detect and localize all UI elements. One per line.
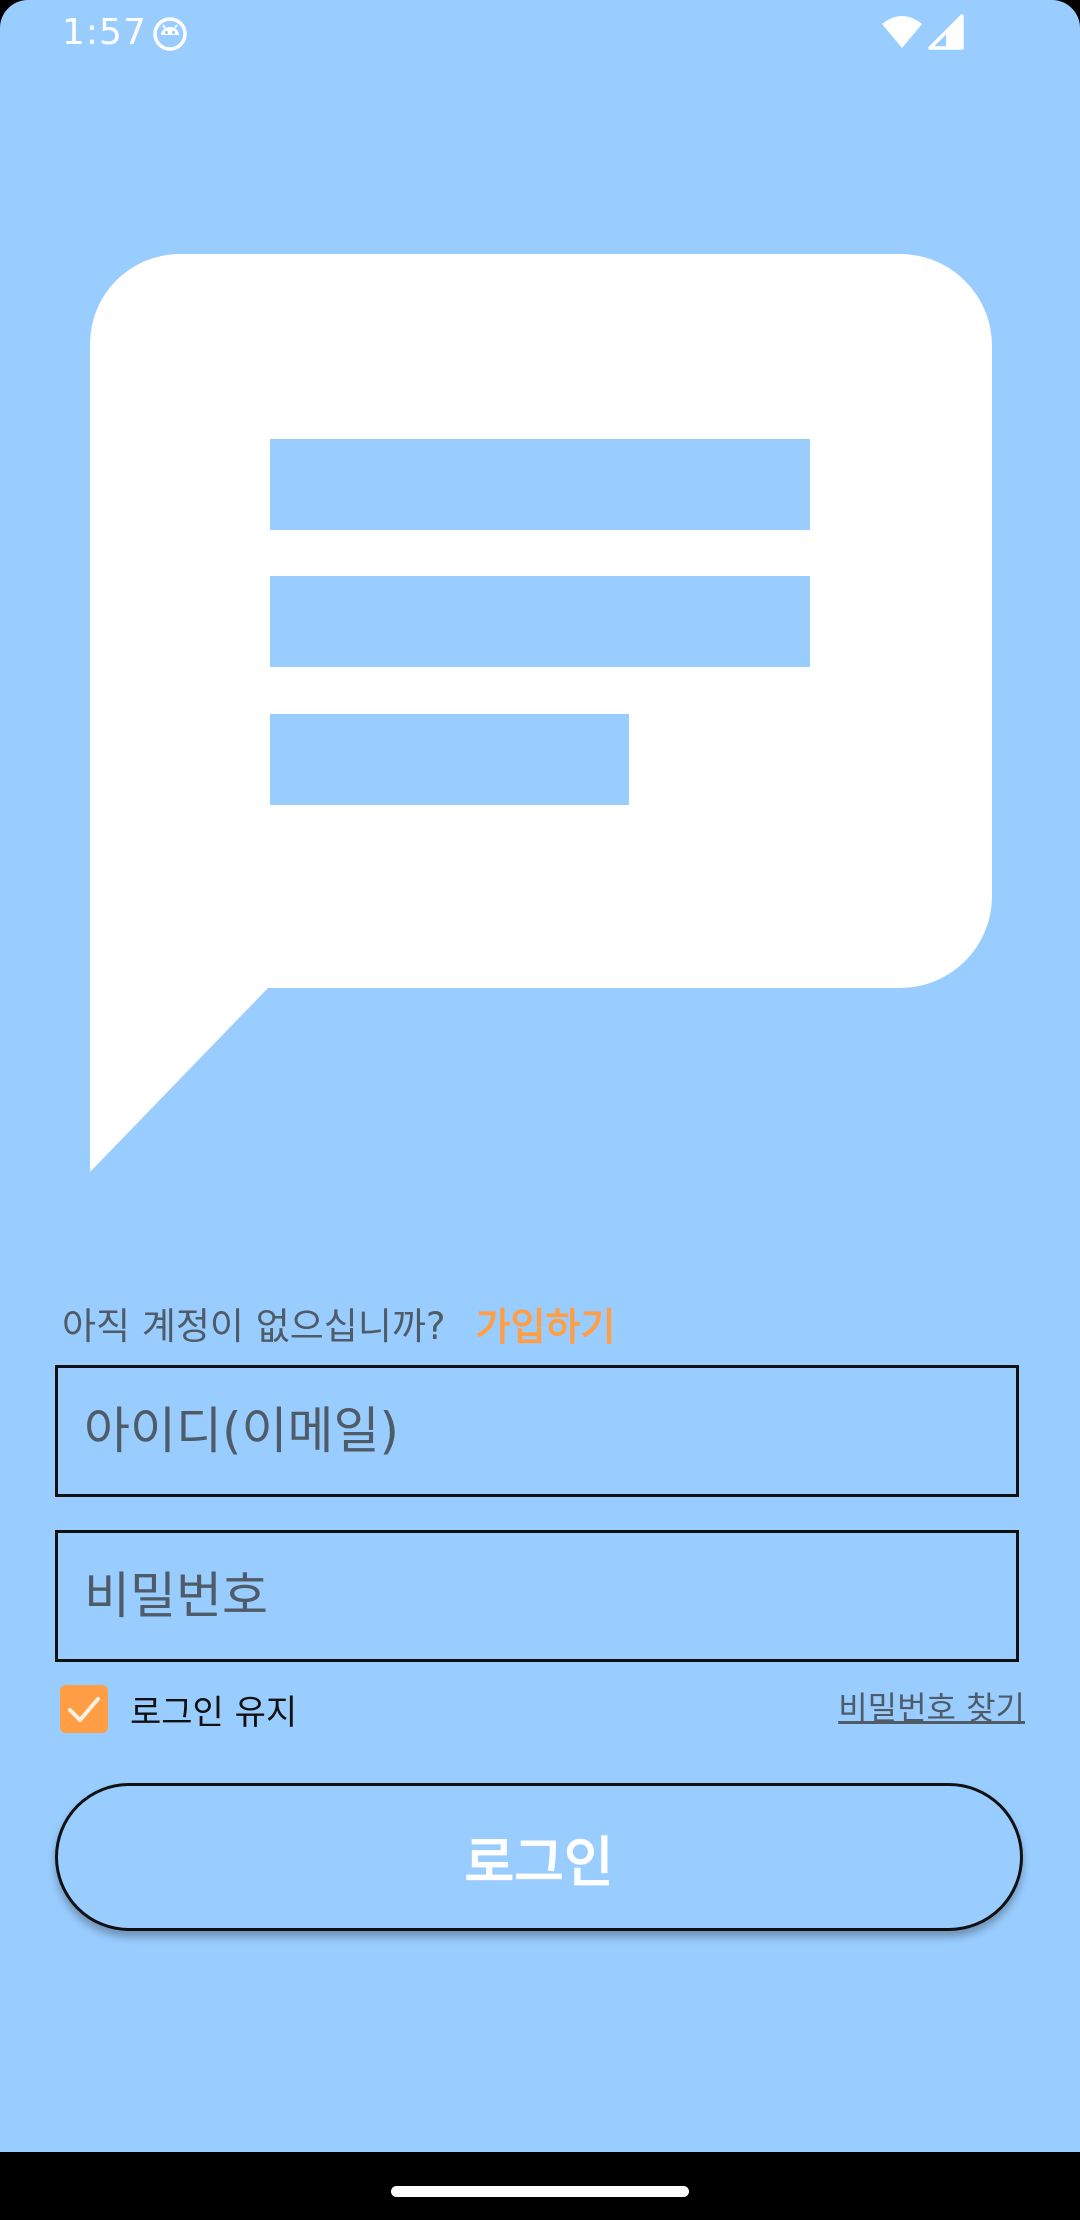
remember-me-row: 로그인 유지 — [60, 1684, 297, 1734]
remember-me-checkbox[interactable] — [60, 1685, 108, 1733]
wifi-icon — [880, 14, 924, 50]
home-handle[interactable] — [391, 2186, 689, 2197]
password-input[interactable] — [58, 1533, 1016, 1659]
login-screen: 1:57 아직 계정이 없으십니까? 가입하기 아이디(이메일) 로그인 유지 … — [0, 0, 1080, 2152]
navigation-bar — [0, 2152, 1080, 2220]
signup-prompt: 아직 계정이 없으십니까? — [62, 1305, 446, 1348]
status-bar: 1:57 — [0, 0, 1080, 66]
android-app-icon — [152, 16, 188, 52]
email-field[interactable] — [55, 1365, 1019, 1497]
signal-icon — [928, 14, 964, 50]
remember-me-label[interactable]: 로그인 유지 — [130, 1685, 297, 1734]
email-input[interactable] — [58, 1368, 1016, 1494]
signup-link[interactable]: 가입하기 — [476, 1296, 616, 1351]
password-field[interactable] — [55, 1530, 1019, 1662]
chat-bubble-icon — [88, 254, 992, 1174]
signup-row: 아직 계정이 없으십니까? 가입하기 — [62, 1296, 615, 1350]
forgot-password-link[interactable]: 비밀번호 찾기 — [838, 1683, 1025, 1729]
status-time: 1:57 — [62, 12, 147, 53]
login-button[interactable]: 로그인 — [55, 1783, 1023, 1931]
checkmark-icon — [68, 1697, 100, 1722]
